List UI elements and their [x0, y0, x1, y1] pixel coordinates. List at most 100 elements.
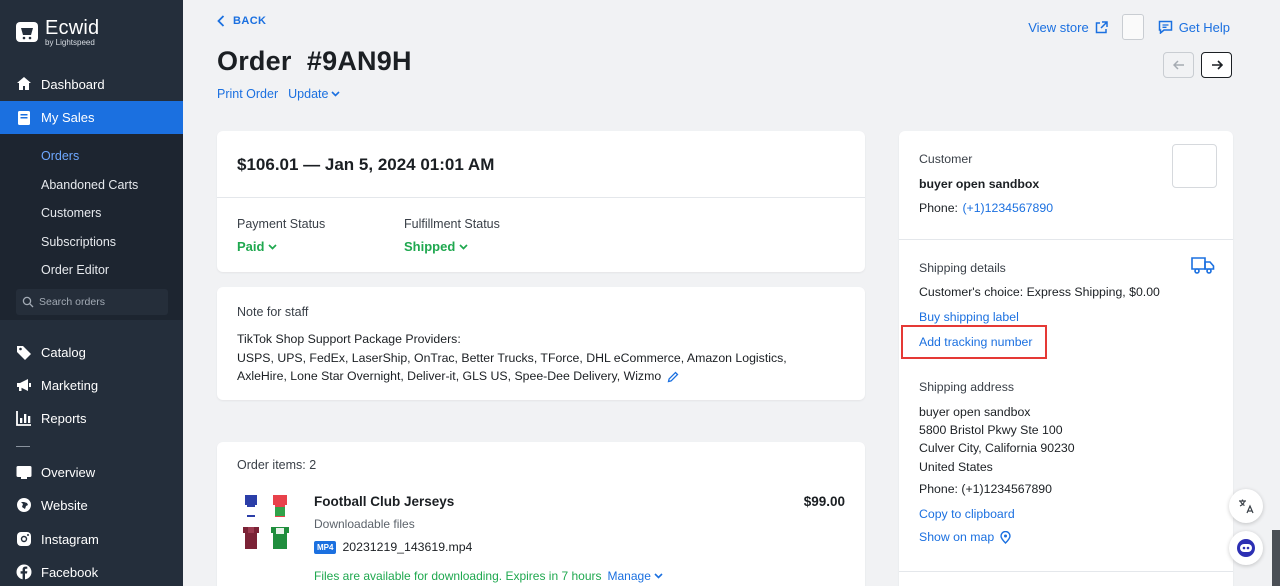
brand-sub: by Lightspeed	[45, 38, 95, 47]
user-avatar[interactable]	[1121, 14, 1144, 40]
tag-icon	[16, 344, 32, 360]
address-line-1: 5800 Bristol Pkwy Ste 100	[919, 423, 1063, 437]
payment-status-dropdown[interactable]: Paid	[237, 239, 278, 254]
shipping-details-label: Shipping details	[919, 261, 1006, 275]
order-actions: Print Order Update	[217, 87, 341, 101]
search-orders-input[interactable]	[39, 296, 159, 308]
fulfillment-status-dropdown[interactable]: Shipped	[404, 239, 468, 254]
customer-avatar	[1172, 144, 1217, 188]
view-store-link[interactable]: View store	[1028, 20, 1108, 35]
sidebar-item-reports[interactable]: Reports	[0, 402, 183, 434]
files-availability: Files are available for downloading. Exp…	[314, 569, 663, 583]
sidebar-subitem-orders[interactable]: Orders	[41, 149, 79, 163]
sidebar-item-facebook[interactable]: Facebook	[0, 556, 183, 586]
scrollbar[interactable]	[1272, 530, 1280, 586]
sidebar-item-label: Marketing	[41, 377, 99, 393]
sidebar-item-label: Overview	[41, 464, 96, 480]
divider	[899, 239, 1233, 240]
back-label: BACK	[233, 15, 267, 27]
external-link-icon	[1095, 20, 1108, 33]
sidebar-item-label: Website	[41, 497, 88, 513]
sidebar-item-marketing[interactable]: Marketing	[0, 369, 183, 401]
sidebar-item-catalog[interactable]: Catalog	[0, 336, 183, 368]
facebook-icon	[16, 564, 32, 580]
sidebar-item-label: Reports	[41, 410, 87, 426]
get-help-label: Get Help	[1178, 19, 1230, 35]
translate-button[interactable]	[1229, 489, 1263, 523]
assistant-button[interactable]	[1229, 531, 1263, 565]
divider	[899, 571, 1233, 572]
product-subtitle: Downloadable files	[314, 517, 415, 531]
ecwid-logo[interactable]: Ecwid by Lightspeed	[15, 18, 99, 47]
sales-icon	[16, 110, 32, 126]
customer-label: Customer	[919, 152, 973, 166]
sidebar-subitem-customers[interactable]: Customers	[41, 206, 101, 220]
file-name[interactable]: 20231219_143619.mp4	[342, 540, 472, 554]
cart-logo-icon	[16, 21, 38, 42]
sidebar-divider	[16, 446, 30, 447]
sidebar-subitem-order-editor[interactable]: Order Editor	[41, 263, 109, 277]
sidebar-item-label: Dashboard	[41, 76, 105, 92]
sales-subnav: Orders Abandoned Carts Customers Subscri…	[0, 134, 183, 320]
buy-shipping-label-link[interactable]: Buy shipping label	[919, 308, 1019, 326]
manage-label: Manage	[607, 569, 651, 583]
print-order-link[interactable]: Print Order	[217, 87, 278, 101]
brand-name: Ecwid	[45, 17, 100, 39]
shipping-address-label: Shipping address	[919, 380, 1015, 394]
chevron-down-icon	[331, 91, 341, 97]
payment-status-label: Payment Status	[237, 217, 326, 231]
sidebar-item-my-sales[interactable]: My Sales	[0, 101, 183, 134]
order-navigation	[1163, 52, 1232, 78]
home-icon	[16, 76, 32, 92]
chevron-down-icon	[459, 243, 468, 250]
page-title: Order #9AN9H	[217, 46, 412, 76]
instagram-icon	[16, 531, 32, 547]
address-phone: Phone: (+1)1234567890	[919, 482, 1052, 496]
show-on-map-link[interactable]: Show on map	[919, 530, 1011, 544]
staff-note-card: Note for staff TikTok Shop Support Packa…	[217, 287, 865, 400]
chevron-down-icon	[268, 243, 278, 250]
order-items-title: Order items: 2	[237, 458, 317, 472]
search-icon	[22, 296, 34, 308]
edit-pencil-icon[interactable]	[667, 371, 679, 383]
files-note-text: Files are available for downloading. Exp…	[314, 569, 602, 583]
translate-icon	[1239, 499, 1254, 514]
copy-to-clipboard-link[interactable]: Copy to clipboard	[919, 505, 1015, 523]
next-order-button[interactable]	[1201, 52, 1232, 78]
sidebar-subitem-subscriptions[interactable]: Subscriptions	[41, 235, 116, 249]
previous-order-button[interactable]	[1163, 52, 1194, 78]
sidebar-subitem-abandoned-carts[interactable]: Abandoned Carts	[41, 178, 138, 192]
main-content: BACK View store Get Help Order #9AN9H Pr…	[183, 0, 1280, 586]
note-body: TikTok Shop Support Package Providers: U…	[237, 330, 817, 386]
order-summary-card: $106.01 — Jan 5, 2024 01:01 AM Payment S…	[217, 131, 865, 272]
sidebar-item-website[interactable]: Website	[0, 489, 183, 521]
manage-dropdown[interactable]: Manage	[608, 569, 663, 583]
sidebar-item-instagram[interactable]: Instagram	[0, 523, 183, 555]
chat-icon	[1158, 20, 1172, 34]
bot-icon	[1237, 539, 1255, 557]
arrow-right-icon	[1211, 60, 1223, 70]
payment-status-value: Paid	[237, 239, 265, 254]
sidebar-item-dashboard[interactable]: Dashboard	[0, 68, 183, 100]
note-line-1: TikTok Shop Support Package Providers:	[237, 332, 461, 346]
customer-phone-link[interactable]: (+1)1234567890	[962, 201, 1053, 215]
product-thumbnail[interactable]	[241, 493, 295, 557]
fulfillment-status-label: Fulfillment Status	[404, 217, 500, 231]
chevron-left-icon	[217, 15, 225, 27]
get-help-link[interactable]: Get Help	[1158, 20, 1230, 35]
sidebar-item-overview[interactable]: Overview	[0, 456, 183, 488]
overview-icon	[16, 464, 32, 480]
order-items-card: Order items: 2 Football Club Jerseys $99…	[217, 442, 865, 586]
order-summary: $106.01 — Jan 5, 2024 01:01 AM	[237, 155, 495, 174]
megaphone-icon	[16, 377, 32, 393]
product-name[interactable]: Football Club Jerseys	[314, 494, 454, 509]
address-line-2: Culver City, California 90230	[919, 441, 1075, 455]
customer-phone: Phone: (+1)1234567890	[919, 201, 1054, 215]
sidebar-item-label: Facebook	[41, 564, 99, 580]
update-dropdown[interactable]: Update	[288, 87, 341, 101]
arrow-left-icon	[1172, 60, 1184, 70]
sidebar-item-label: My Sales	[41, 110, 95, 125]
customer-name[interactable]: buyer open sandbox	[919, 175, 1039, 193]
note-line-2-wrap: USPS, UPS, FedEx, LaserShip, OnTrac, Bet…	[237, 349, 817, 386]
back-link[interactable]: BACK	[217, 15, 266, 27]
